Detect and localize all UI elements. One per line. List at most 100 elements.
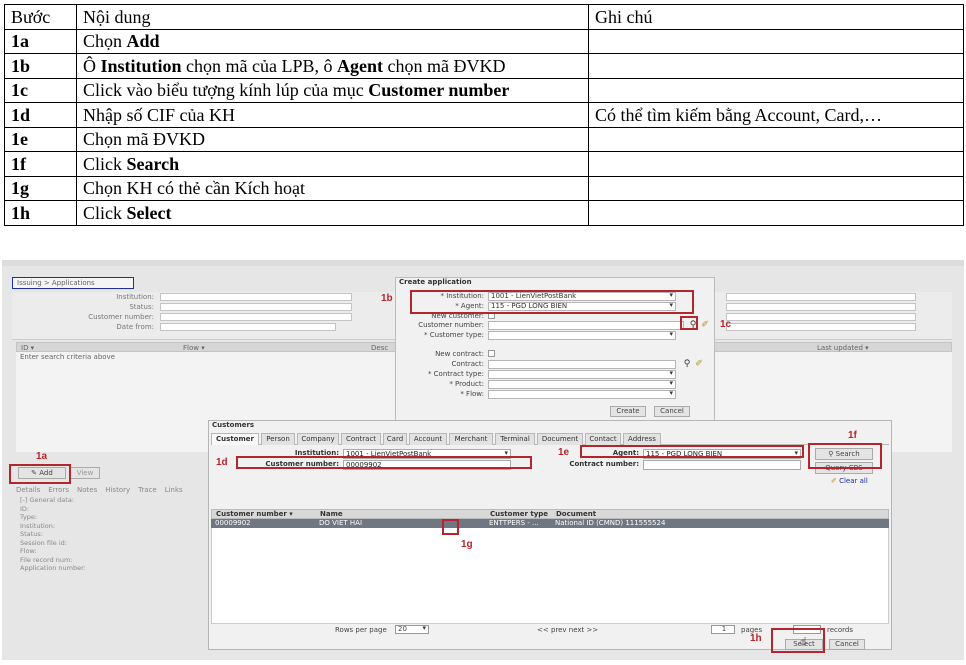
create-cancel-button[interactable]: Cancel bbox=[654, 406, 690, 417]
table-row: 1g Chọn KH có thẻ cần Kích hoạt bbox=[4, 175, 964, 201]
tab-document[interactable]: Document bbox=[537, 433, 583, 445]
detail-field: Type: bbox=[20, 513, 38, 521]
col-desc[interactable]: Desc bbox=[371, 344, 388, 352]
customers-cancel-button[interactable]: Cancel bbox=[829, 639, 865, 650]
status-label: Status: bbox=[129, 303, 154, 311]
step-number: 1b bbox=[4, 53, 77, 79]
flow-label: * Flow: bbox=[460, 390, 484, 398]
steps-table: Bước Nội dung Ghi chú 1a Chọn Add 1b Ô Inst… bbox=[4, 4, 964, 226]
rows-per-page-select[interactable]: 20 bbox=[395, 625, 429, 634]
new-contract-checkbox[interactable] bbox=[488, 350, 495, 357]
product-label: * Product: bbox=[449, 380, 484, 388]
step-content: Ô Institution chọn mã của LPB, ô Agent c… bbox=[76, 53, 589, 79]
step-number: 1g bbox=[4, 175, 77, 201]
highlight-1h bbox=[771, 628, 825, 653]
col-name[interactable]: Name bbox=[320, 510, 343, 519]
clear-all-label: Clear all bbox=[839, 477, 868, 485]
row-document: National ID (CMND) 111555524 bbox=[555, 519, 666, 527]
detail-tab[interactable]: Errors bbox=[48, 486, 69, 494]
date-from-field[interactable] bbox=[160, 323, 336, 331]
contract-type-label: * Contract type: bbox=[427, 370, 484, 378]
contract-type-select[interactable] bbox=[488, 370, 676, 379]
step-number: 1f bbox=[4, 151, 77, 177]
col-last-updated[interactable]: Last updated ▾ bbox=[817, 344, 869, 352]
detail-field: [-] General data: bbox=[20, 496, 74, 504]
detail-tab[interactable]: History bbox=[105, 486, 130, 494]
customer-type-select[interactable] bbox=[488, 331, 676, 340]
tab-account[interactable]: Account bbox=[409, 433, 447, 445]
tab-company[interactable]: Company bbox=[297, 433, 339, 445]
col-flow[interactable]: Flow ▾ bbox=[183, 344, 205, 352]
right-field-1[interactable] bbox=[726, 293, 916, 301]
tab-customer[interactable]: Customer bbox=[211, 433, 259, 445]
highlight-1b bbox=[410, 290, 694, 314]
contract-field[interactable] bbox=[488, 360, 676, 369]
create-dialog-title: Create application bbox=[399, 278, 472, 286]
clear-icon[interactable]: ✐ bbox=[700, 321, 710, 331]
step-note bbox=[588, 77, 964, 103]
create-button[interactable]: Create bbox=[610, 406, 646, 417]
contract-number-input[interactable] bbox=[643, 460, 801, 470]
product-select[interactable] bbox=[488, 380, 676, 389]
annotation-1g: 1g bbox=[461, 539, 473, 550]
step-content: Click Select bbox=[76, 200, 589, 226]
step-note bbox=[588, 126, 964, 152]
annotation-1d: 1d bbox=[216, 457, 228, 468]
customer-number-label: Customer number: bbox=[88, 313, 154, 321]
step-number: 1e bbox=[4, 126, 77, 152]
tab-person[interactable]: Person bbox=[261, 433, 295, 445]
tab-card[interactable]: Card bbox=[383, 433, 407, 445]
table-row: 1c Click vào biểu tượng kính lúp của mục … bbox=[4, 77, 964, 103]
table-row: 1b Ô Institution chọn mã của LPB, ô Agent… bbox=[4, 53, 964, 79]
institution-field[interactable] bbox=[160, 293, 352, 301]
rows-per-page-label: Rows per page bbox=[335, 626, 387, 634]
highlight-1a bbox=[9, 464, 71, 484]
right-field-2[interactable] bbox=[726, 303, 916, 311]
page-input[interactable]: 1 bbox=[711, 625, 735, 634]
tab-terminal[interactable]: Terminal bbox=[495, 433, 535, 445]
customer-number-field[interactable] bbox=[160, 313, 352, 321]
breadcrumb[interactable]: Issuing > Applications bbox=[12, 277, 134, 289]
tab-merchant[interactable]: Merchant bbox=[449, 433, 493, 445]
right-field-4[interactable] bbox=[726, 323, 916, 331]
highlight-1d bbox=[236, 456, 532, 469]
status-field[interactable] bbox=[160, 303, 352, 311]
annotation-1b: 1b bbox=[381, 293, 393, 304]
clear-all-link[interactable]: ✐ Clear all bbox=[831, 477, 868, 485]
create-customer-number-field[interactable] bbox=[488, 321, 684, 330]
step-content: Click vào biểu tượng kính lúp của mục Cu… bbox=[76, 77, 589, 103]
contract-search-icon[interactable]: ⚲ bbox=[682, 360, 692, 370]
step-number: 1a bbox=[4, 28, 77, 54]
detail-field: Session file id: bbox=[20, 538, 67, 547]
flow-select[interactable] bbox=[488, 390, 676, 399]
customers-dialog-title: Customers bbox=[212, 421, 255, 429]
tab-contract[interactable]: Contract bbox=[341, 433, 381, 445]
prev-next-links[interactable]: << prev next >> bbox=[537, 626, 598, 634]
results-header: Customer number ▾ Name Customer type Doc… bbox=[211, 509, 889, 519]
contract-clear-icon[interactable]: ✐ bbox=[694, 360, 704, 370]
institution-label: Institution: bbox=[116, 293, 154, 301]
application-screenshot: Issuing > Applications Institution: Stat… bbox=[2, 260, 964, 660]
tab-address[interactable]: Address bbox=[623, 433, 661, 445]
view-button[interactable]: View bbox=[70, 467, 100, 479]
detail-tab[interactable]: Notes bbox=[77, 486, 97, 494]
tab-contact[interactable]: Contact bbox=[585, 433, 621, 445]
table-header-row: Bước Nội dung Ghi chú bbox=[4, 4, 964, 30]
detail-tab[interactable]: Links bbox=[165, 486, 183, 494]
detail-tab[interactable]: Details bbox=[16, 486, 40, 494]
detail-field: Application number: bbox=[20, 564, 86, 572]
col-customer-type[interactable]: Customer type bbox=[490, 510, 548, 519]
table-row[interactable]: 00009902 DO VIET HAI ENTTPERS - ... Nati… bbox=[211, 519, 889, 528]
right-field-3[interactable] bbox=[726, 313, 916, 321]
detail-field: Institution: bbox=[20, 521, 56, 530]
step-number: 1c bbox=[4, 77, 77, 103]
col-customer-number[interactable]: Customer number ▾ bbox=[216, 510, 293, 519]
contract-number-label: Contract number: bbox=[569, 460, 639, 468]
detail-tab[interactable]: Trace bbox=[138, 486, 157, 494]
col-document[interactable]: Document bbox=[556, 510, 596, 519]
table-row: 1d Nhập số CIF của KH Có thể tìm kiếm bằng… bbox=[4, 102, 964, 128]
step-note bbox=[588, 28, 964, 54]
col-id[interactable]: ID ▾ bbox=[21, 344, 34, 352]
step-content: Chọn mã ĐVKD bbox=[76, 126, 589, 152]
highlight-1c bbox=[680, 316, 698, 330]
